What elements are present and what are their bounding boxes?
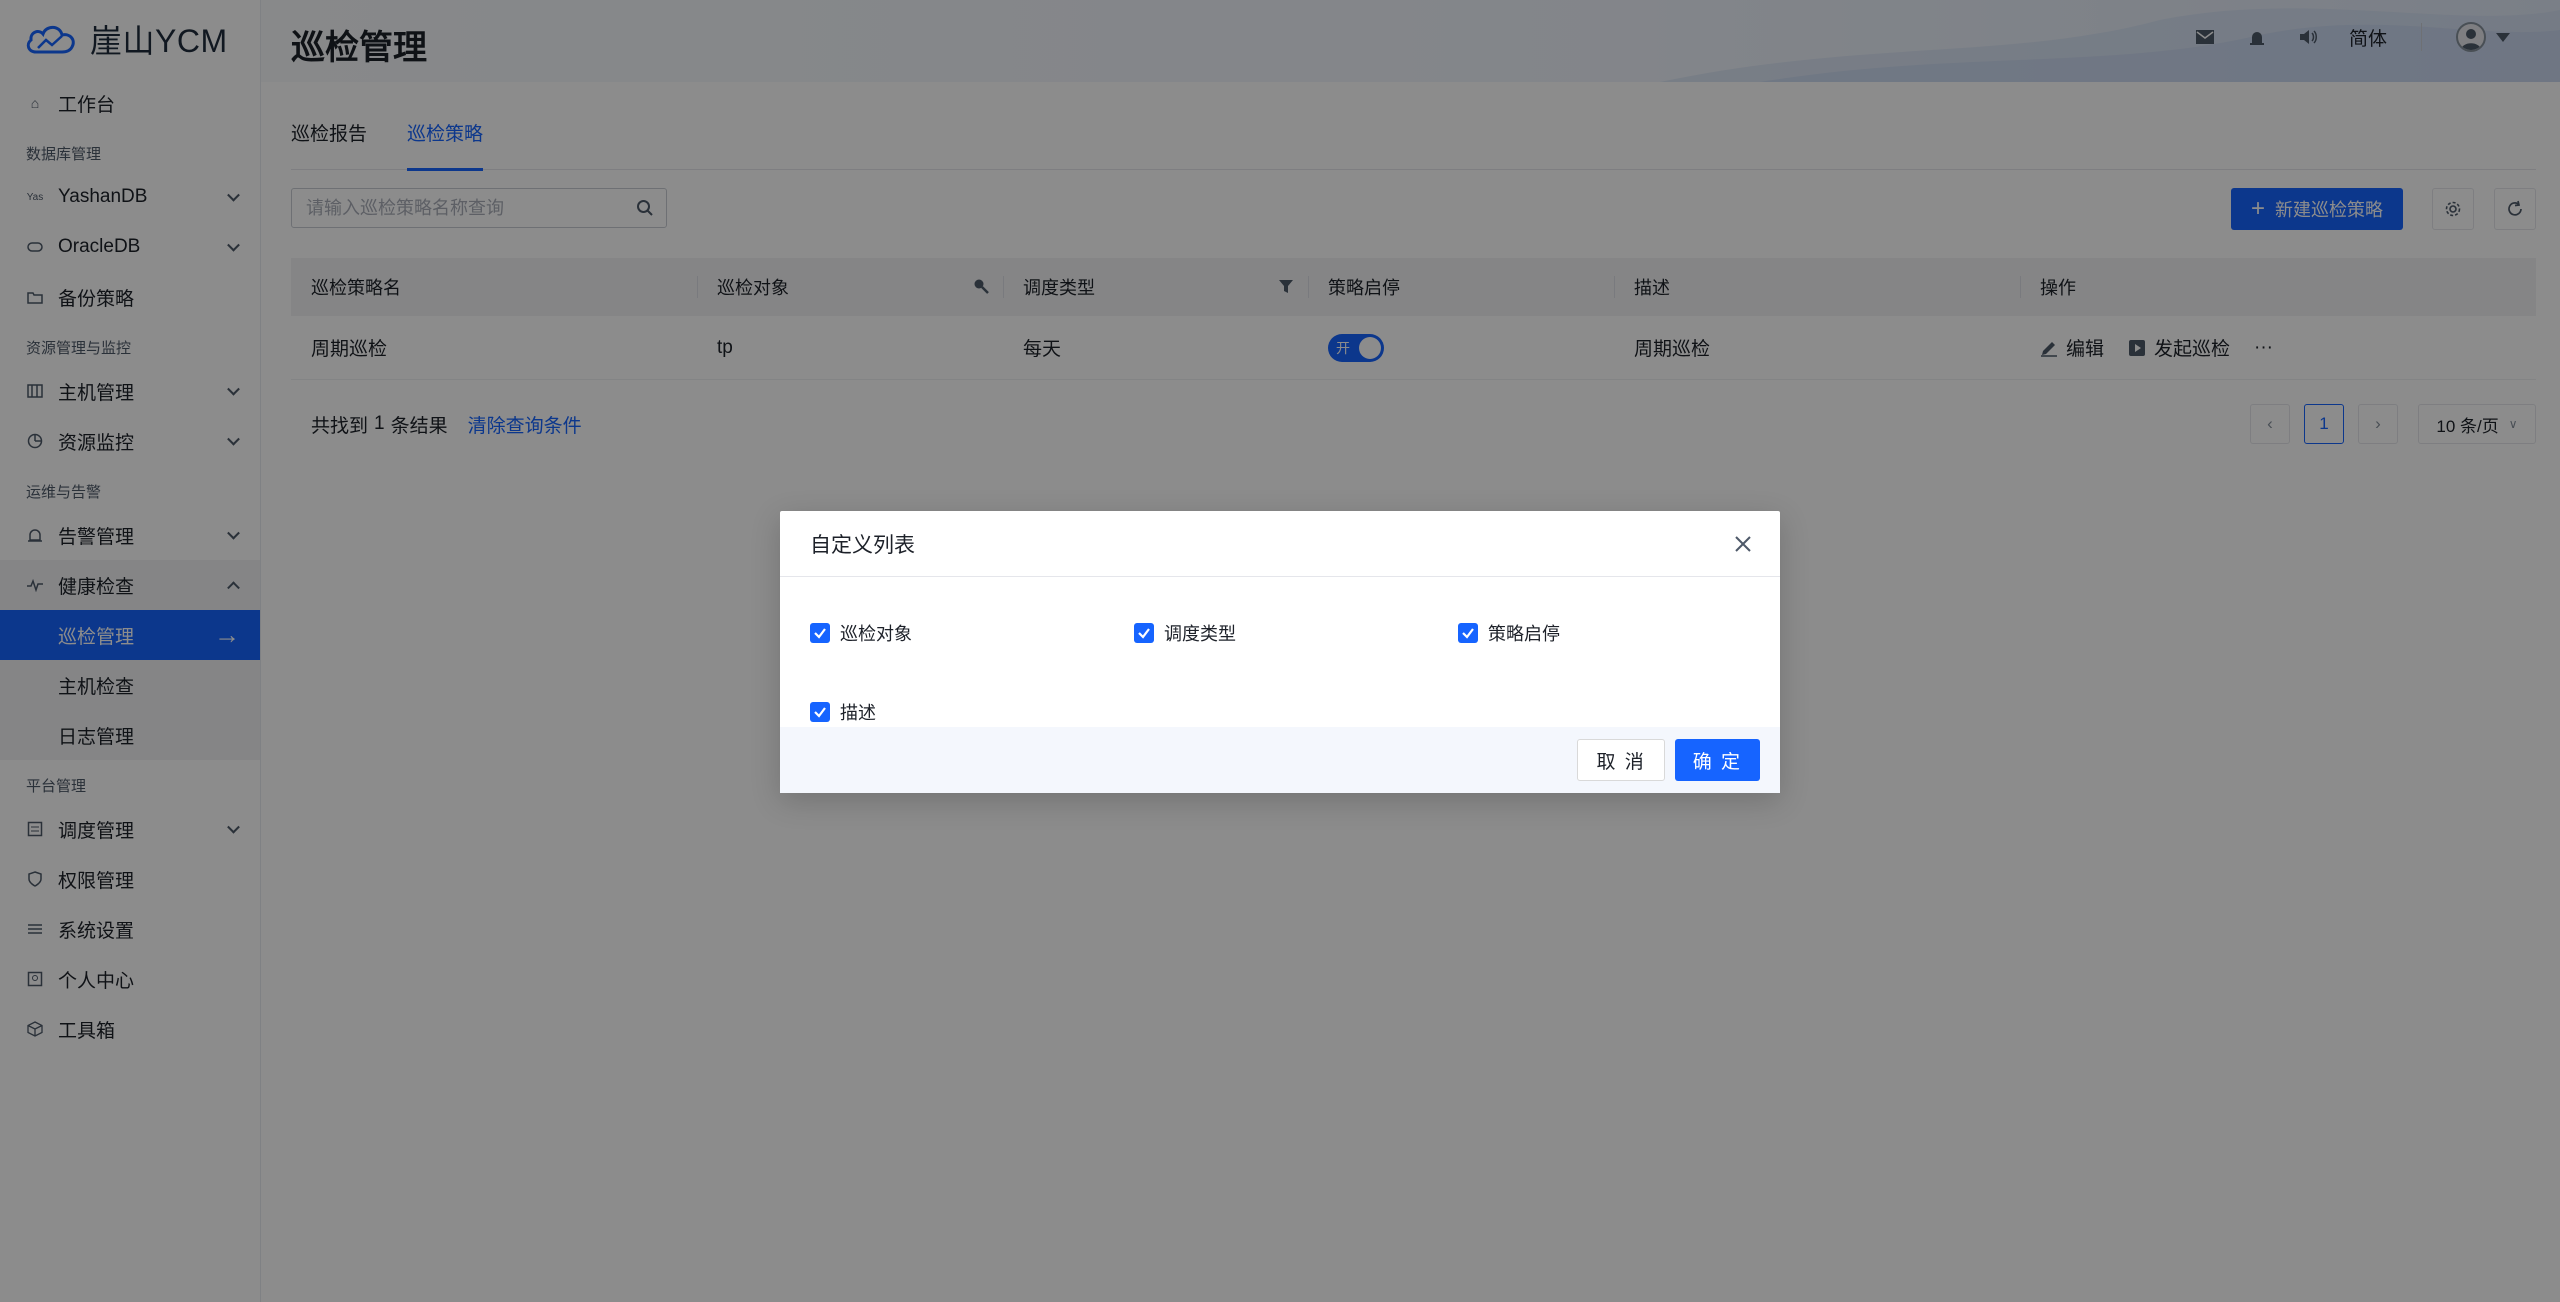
confirm-button[interactable]: 确 定 bbox=[1674, 739, 1760, 781]
checkbox-label: 策略启停 bbox=[1488, 623, 1560, 644]
checkbox-target[interactable]: 巡检对象 bbox=[810, 607, 1134, 658]
checkbox-checked-icon bbox=[810, 701, 830, 722]
custom-columns-dialog: 自定义列表 巡检对象 调度类型 策略启停 描述 取 消 确 定 bbox=[780, 511, 1780, 793]
checkbox-label: 巡检对象 bbox=[840, 623, 912, 644]
close-icon[interactable] bbox=[1732, 533, 1754, 555]
dialog-body: 巡检对象 调度类型 策略启停 描述 bbox=[780, 577, 1780, 737]
dialog-title: 自定义列表 bbox=[810, 533, 915, 557]
checkbox-checked-icon bbox=[1134, 622, 1154, 643]
cancel-button[interactable]: 取 消 bbox=[1577, 739, 1665, 781]
checkbox-checked-icon bbox=[810, 622, 830, 643]
checkbox-schedule[interactable]: 调度类型 bbox=[1134, 607, 1458, 658]
dialog-footer: 取 消 确 定 bbox=[780, 727, 1780, 793]
checkbox-switch[interactable]: 策略启停 bbox=[1458, 607, 1758, 658]
dialog-header: 自定义列表 bbox=[780, 511, 1780, 577]
checkbox-label: 描述 bbox=[840, 702, 876, 723]
checkbox-checked-icon bbox=[1458, 622, 1478, 643]
checkbox-label: 调度类型 bbox=[1164, 623, 1236, 644]
